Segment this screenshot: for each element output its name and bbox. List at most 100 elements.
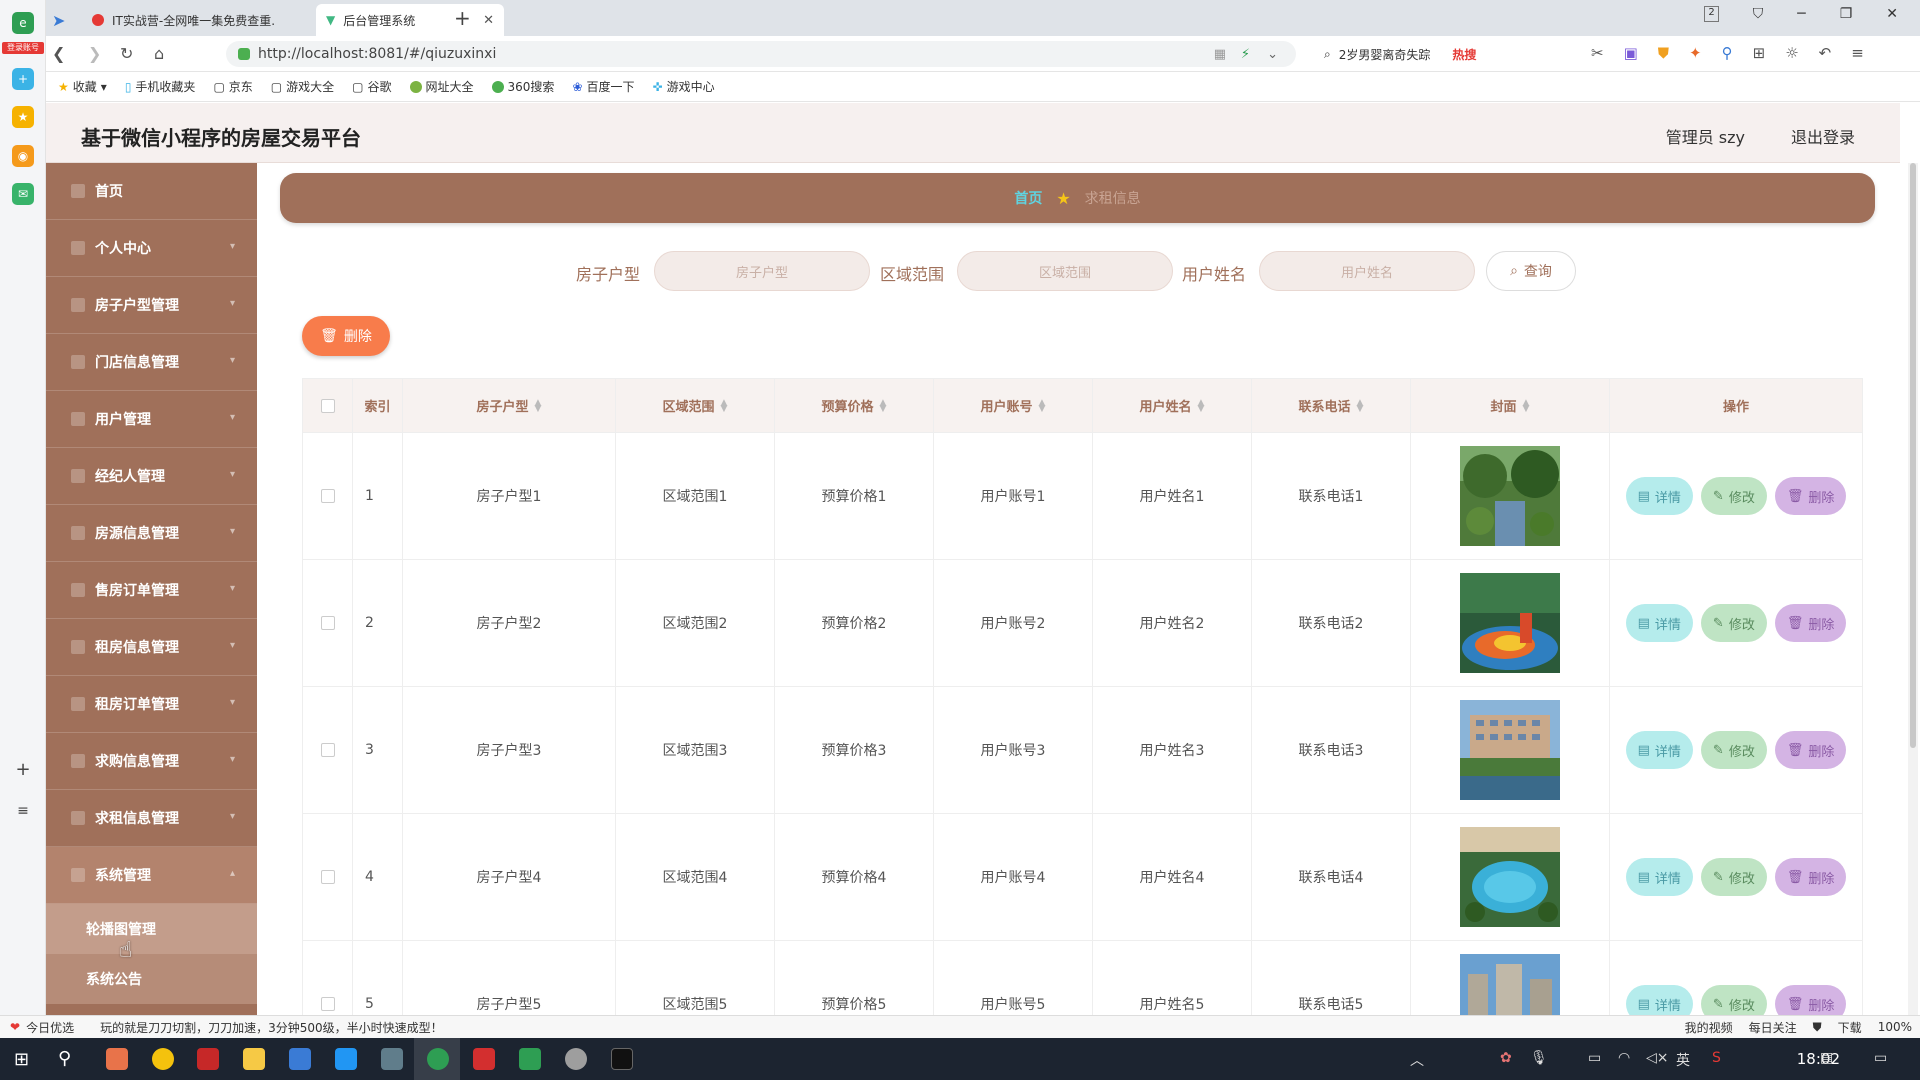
sidebar-item-sale-orders[interactable]: 售房订单管理 ▾	[46, 562, 257, 619]
browser-nav-icon[interactable]: ➤	[46, 4, 76, 36]
page-scrollbar[interactable]	[1908, 163, 1918, 1015]
qr-icon[interactable]: ▦	[1214, 47, 1226, 62]
row-checkbox[interactable]	[320, 616, 335, 630]
new-tab-button[interactable]: +	[454, 6, 471, 30]
browser-logo-icon[interactable]: e	[12, 12, 34, 34]
sidebar-item-rent-requests[interactable]: 求租信息管理 ▾	[46, 790, 257, 847]
row-checkbox[interactable]	[320, 489, 335, 503]
detail-button[interactable]: ▤ 详情	[1625, 985, 1693, 1015]
download-link[interactable]: 下载	[1838, 1019, 1862, 1036]
plus-app-icon[interactable]: +	[12, 68, 34, 90]
sort-icon[interactable]: ▲ ▼	[1523, 398, 1530, 413]
windows-start-icon[interactable]: ⊞	[14, 1049, 29, 1070]
wifi-icon[interactable]: ◠	[1618, 1050, 1630, 1066]
detail-button[interactable]: ▤ 详情	[1625, 731, 1693, 769]
folder-icon[interactable]	[243, 1048, 265, 1070]
header-username[interactable]: 用户姓名 ▲ ▼	[1093, 379, 1252, 432]
minimize-icon[interactable]: ─	[1797, 6, 1805, 22]
bookmark-sites[interactable]: 网址大全	[409, 78, 474, 95]
tray-app-icon[interactable]: ✿	[1500, 1050, 1512, 1066]
header-budget[interactable]: 预算价格 ▲ ▼	[775, 379, 934, 432]
edit-button[interactable]: ✎ 修改	[1700, 731, 1767, 769]
close-window-icon[interactable]: ✕	[1886, 6, 1898, 22]
chevron-down-icon[interactable]: ⌄	[1267, 47, 1278, 62]
shield-icon[interactable]: ⛊	[1813, 1020, 1822, 1035]
cover-image[interactable]	[1460, 827, 1560, 927]
mic-icon[interactable]: 🎙	[1530, 1050, 1548, 1066]
wechat-icon[interactable]	[565, 1048, 587, 1070]
mail-icon[interactable]: ✉	[12, 183, 34, 205]
row-delete-button[interactable]: 🗑 删除	[1774, 858, 1847, 896]
apps-icon[interactable]: ⊞	[1753, 44, 1766, 62]
wps-icon[interactable]	[473, 1048, 495, 1070]
list-dock-icon[interactable]: ≡	[12, 800, 34, 822]
sidebar-subitem-carousel[interactable]: 轮播图管理	[46, 904, 257, 954]
detail-button[interactable]: ▤ 详情	[1625, 477, 1693, 515]
bookmark-360[interactable]: 360搜索	[491, 78, 554, 95]
chrome-icon[interactable]	[152, 1048, 174, 1070]
settings-app-icon[interactable]	[381, 1048, 403, 1070]
bookmark-games[interactable]: ▢ 游戏大全	[271, 78, 334, 95]
zoom-level[interactable]: 100%	[1878, 1020, 1912, 1034]
feather-icon[interactable]	[335, 1048, 357, 1070]
browser-tab-1[interactable]: IT实战营-全网唯一集免费查重.	[82, 4, 304, 36]
sidebar-item-purchase-requests[interactable]: 求购信息管理 ▾	[46, 733, 257, 790]
sidebar-item-system[interactable]: 系统管理 ▴	[46, 847, 257, 904]
header-cover[interactable]: 封面 ▲ ▼	[1411, 379, 1610, 432]
shield-icon[interactable]: ⛊	[1658, 44, 1669, 62]
url-text[interactable]: http://localhost:8081/#/qiuzuxinxi	[258, 46, 496, 62]
browser-tab-2[interactable]: ▼ 后台管理系统 ✕	[316, 4, 504, 36]
edit-button[interactable]: ✎ 修改	[1700, 985, 1767, 1015]
row-checkbox[interactable]	[320, 870, 335, 884]
url-bar[interactable]: http://localhost:8081/#/qiuzuxinxi ▦ ⚡ ⌄	[226, 41, 1296, 67]
sort-icon[interactable]: ▲ ▼	[1198, 398, 1205, 413]
cover-image[interactable]	[1460, 446, 1560, 546]
bookmark-baidu[interactable]: ❀ 百度一下	[572, 78, 634, 95]
header-house-type[interactable]: 房子户型 ▲ ▼	[403, 379, 616, 432]
undo-icon[interactable]: ↶	[1819, 44, 1832, 62]
sidebar-item-listings[interactable]: 房源信息管理 ▾	[46, 505, 257, 562]
bookmark-google[interactable]: ▢ 谷歌	[352, 78, 391, 95]
forward-icon[interactable]: ❯	[88, 44, 101, 63]
sidebar-subitem-announcements[interactable]: 系统公告	[46, 954, 257, 1004]
action-center-icon[interactable]: ▭	[1874, 1050, 1887, 1066]
scissors-icon[interactable]: ✂	[1591, 44, 1604, 62]
refresh-icon[interactable]: ↻	[120, 44, 133, 63]
taskbar-app-3-icon[interactable]	[197, 1048, 219, 1070]
row-checkbox[interactable]	[320, 743, 335, 757]
brightness-icon[interactable]: ☼	[1785, 44, 1798, 62]
star-app-icon[interactable]: ★	[12, 106, 34, 128]
battery-icon[interactable]: ▭	[1588, 1050, 1601, 1066]
browser-app-icon[interactable]	[427, 1048, 449, 1070]
cover-image[interactable]	[1460, 573, 1560, 673]
today-picks[interactable]: 今日优选	[26, 1019, 74, 1036]
back-icon[interactable]: ❮	[52, 44, 65, 63]
query-button[interactable]: ⌕ 查询	[1486, 251, 1576, 291]
bookmark-mobile[interactable]: ▯ 手机收藏夹	[125, 78, 196, 95]
sidebar-item-rentals[interactable]: 租房信息管理 ▾	[46, 619, 257, 676]
sogou-icon[interactable]: S	[1712, 1050, 1721, 1066]
ime-lang[interactable]: 英	[1676, 1050, 1690, 1070]
search-icon[interactable]: ⚲	[58, 1048, 71, 1069]
bolt-icon[interactable]: ⚡	[1241, 47, 1250, 62]
sidebar-item-rental-orders[interactable]: 租房订单管理 ▾	[46, 676, 257, 733]
volume-icon[interactable]: ◁×	[1646, 1050, 1669, 1066]
sort-icon[interactable]: ▲ ▼	[880, 398, 887, 413]
batch-delete-button[interactable]: 🗑 删除	[302, 316, 390, 356]
hot-search-label[interactable]: 热搜	[1452, 46, 1476, 63]
clock[interactable]: 18:02	[1797, 1050, 1840, 1068]
row-checkbox[interactable]	[320, 997, 335, 1011]
sidebar-item-users[interactable]: 用户管理 ▾	[46, 391, 257, 448]
cover-image[interactable]	[1460, 700, 1560, 800]
scrollbar-thumb[interactable]	[1910, 163, 1916, 748]
bookmark-game-center[interactable]: ✜ 游戏中心	[653, 78, 715, 95]
row-delete-button[interactable]: 🗑 删除	[1774, 477, 1847, 515]
detail-button[interactable]: ▤ 详情	[1625, 604, 1693, 642]
login-badge[interactable]: 登录账号	[2, 42, 44, 54]
select-all-checkbox[interactable]	[320, 398, 335, 413]
header-account[interactable]: 用户账号 ▲ ▼	[934, 379, 1093, 432]
logout-link[interactable]: 退出登录	[1791, 124, 1855, 148]
sort-icon[interactable]: ▲ ▼	[721, 398, 728, 413]
sidebar-item-house-type[interactable]: 房子户型管理 ▾	[46, 277, 257, 334]
sidebar-item-personal-center[interactable]: 个人中心 ▾	[46, 220, 257, 277]
